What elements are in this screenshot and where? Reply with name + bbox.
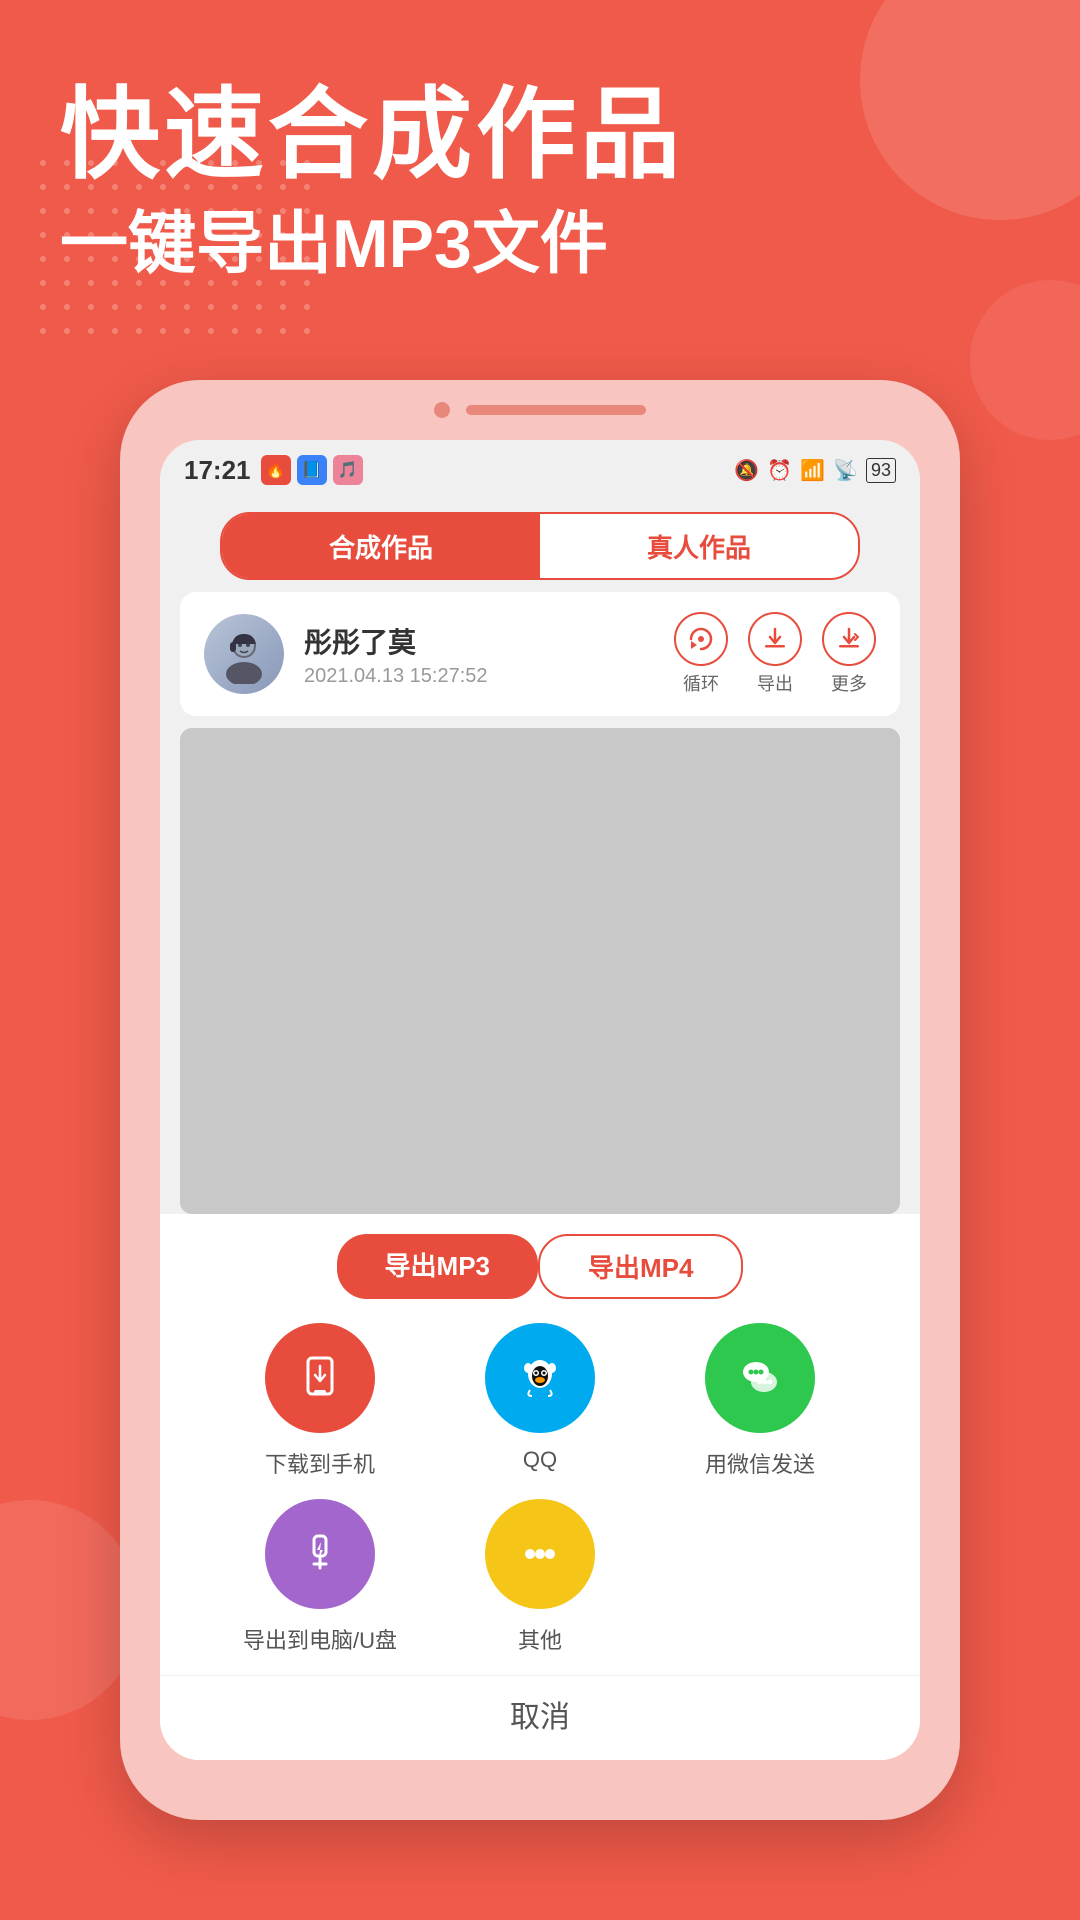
cancel-button[interactable]: 取消	[510, 1692, 570, 1736]
phone-notch-dot	[434, 402, 450, 418]
download-label: 下载到手机	[265, 1447, 375, 1479]
loop-label: 循环	[683, 670, 719, 696]
qq-icon	[485, 1323, 595, 1433]
download-icon	[265, 1323, 375, 1433]
export-label: 导出	[757, 670, 793, 696]
other-label: 其他	[518, 1623, 562, 1655]
action-more[interactable]: 更多	[822, 612, 876, 696]
export-icon	[748, 612, 802, 666]
qq-label: QQ	[523, 1447, 557, 1473]
alarm-icon: ⏰	[767, 458, 792, 483]
bg-circle-mid-right	[970, 280, 1080, 440]
share-item-qq[interactable]: QQ	[440, 1323, 640, 1479]
status-time: 17:21	[184, 455, 251, 486]
export-tabs: 导出MP3 导出MP4	[160, 1234, 920, 1299]
wifi-icon: 📡	[833, 458, 858, 483]
share-item-download[interactable]: 下载到手机	[220, 1323, 420, 1479]
other-icon	[485, 1499, 595, 1609]
share-item-wechat[interactable]: 用微信发送	[660, 1323, 860, 1479]
action-icons: 循环 导出	[674, 612, 876, 696]
app-icon-1: 🔥	[261, 455, 291, 485]
export-mp4-tab[interactable]: 导出MP4	[538, 1234, 743, 1299]
bell-icon: 🔕	[734, 458, 759, 483]
more-label: 更多	[831, 670, 867, 696]
tab-bar: 合成作品 真人作品	[220, 512, 860, 580]
wechat-icon	[705, 1323, 815, 1433]
app-icon-2: 📘	[297, 455, 327, 485]
app-icon-3: 🎵	[333, 455, 363, 485]
pc-label: 导出到电脑/U盘	[243, 1623, 397, 1655]
share-item-other[interactable]: 其他	[440, 1499, 640, 1655]
wechat-label: 用微信发送	[705, 1447, 815, 1479]
tab-real[interactable]: 真人作品	[540, 514, 858, 578]
phone-screen: 17:21 🔥 📘 🎵 🔕 ⏰ 📶 📡 93 合成作品 真人作品	[160, 440, 920, 1760]
avatar-image	[204, 614, 284, 694]
bg-circle-bottom-left	[0, 1500, 140, 1720]
user-name: 彤彤了莫	[304, 621, 488, 661]
export-mp3-tab[interactable]: 导出MP3	[337, 1234, 538, 1299]
action-export[interactable]: 导出	[748, 612, 802, 696]
status-icons: 🔕 ⏰ 📶 📡 93	[734, 458, 896, 483]
sub-title: 一键导出MP3文件	[60, 200, 1020, 288]
user-date: 2021.04.13 15:27:52	[304, 665, 488, 688]
phone-mockup: 17:21 🔥 📘 🎵 🔕 ⏰ 📶 📡 93 合成作品 真人作品	[120, 380, 960, 1820]
avatar	[204, 614, 284, 694]
share-item-pc[interactable]: 导出到电脑/U盘	[220, 1499, 420, 1655]
more-icon	[822, 612, 876, 666]
action-loop[interactable]: 循环	[674, 612, 728, 696]
signal-icon: 📶	[800, 458, 825, 483]
status-bar: 17:21 🔥 📘 🎵 🔕 ⏰ 📶 📡 93	[160, 440, 920, 500]
tab-synthesized[interactable]: 合成作品	[222, 514, 540, 578]
user-text: 彤彤了莫 2021.04.13 15:27:52	[304, 621, 488, 688]
gray-content-area	[180, 728, 900, 1214]
share-icons-grid: 下载到手机	[160, 1323, 920, 1675]
phone-top-bar	[120, 380, 960, 440]
battery-icon: 93	[866, 458, 896, 483]
phone-notch-bar	[466, 405, 646, 415]
status-app-icons: 🔥 📘 🎵	[261, 455, 363, 485]
content-card: 彤彤了莫 2021.04.13 15:27:52 循环	[180, 592, 900, 716]
export-section: 导出MP3 导出MP4 下载到手机	[160, 1214, 920, 1760]
header-section: 快速合成作品 一键导出MP3文件	[0, 80, 1080, 288]
main-title: 快速合成作品	[60, 80, 1020, 190]
loop-icon	[674, 612, 728, 666]
user-info: 彤彤了莫 2021.04.13 15:27:52	[204, 614, 488, 694]
pc-icon	[265, 1499, 375, 1609]
cancel-area: 取消	[160, 1675, 920, 1760]
